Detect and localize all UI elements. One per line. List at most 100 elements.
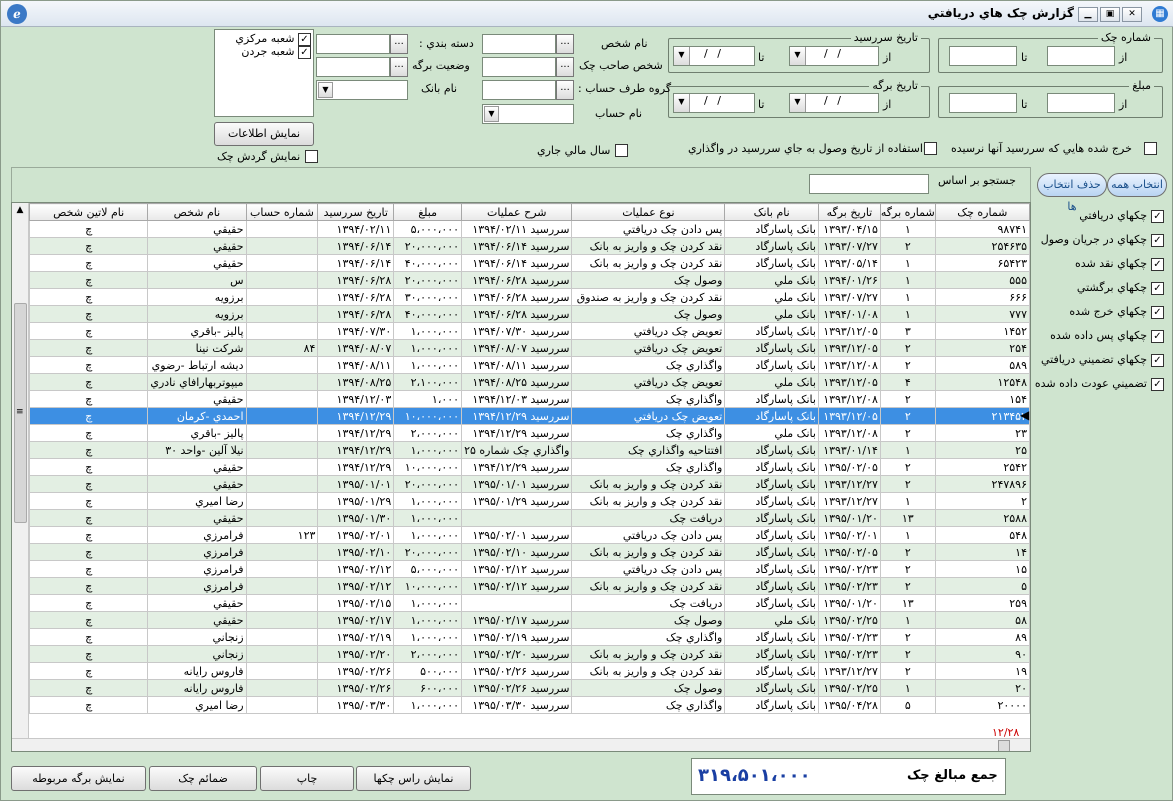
column-header[interactable]: شماره چک	[934, 203, 1030, 221]
table-cell[interactable]: ۱۰،۰۰۰،۰۰۰	[393, 458, 463, 476]
check-owner-browse-button[interactable]: ...	[556, 57, 574, 77]
table-row[interactable]: ۵۸۹ ۲ ۱۳۹۳/۱۲/۰۸ بانک پاسارگاد واگذاري چک سرر…	[28, 356, 1030, 374]
table-cell[interactable]: ۱۳۹۵/۰۲/۱۹	[317, 628, 395, 646]
table-cell[interactable]: ۱۳۹۵/۰۲/۲۶	[317, 662, 395, 680]
table-cell[interactable]: پاليز -باقري	[147, 322, 247, 340]
table-cell[interactable]: سررسيد ۱۳۹۴/۰۸/۱۱	[461, 356, 573, 374]
table-cell[interactable]: نقد کردن چک و واريز به بانک	[571, 237, 726, 255]
table-cell[interactable]: ۱۳۹۳/۱۲/۰۸	[817, 356, 881, 374]
print-button[interactable]: چاپ	[260, 766, 354, 791]
table-cell[interactable]: ۲	[879, 356, 936, 374]
table-cell[interactable]: ۷۷۷	[934, 305, 1030, 323]
deselect-all-button[interactable]: حذف انتخاب ها	[1037, 173, 1107, 213]
table-cell[interactable]: بانک پاسارگاد	[724, 509, 819, 527]
table-cell[interactable]: ۱۳۹۵/۰۲/۱۲	[317, 560, 395, 578]
sheet-status-browse-button[interactable]: ...	[390, 57, 408, 77]
table-cell[interactable]: ۱۳۹۳/۱۲/۰۵	[817, 407, 881, 425]
table-cell[interactable]: ۱۳۹۴/۰۶/۲۸	[317, 305, 395, 323]
table-cell[interactable]: ۲۱۳۴۵۲	[934, 407, 1030, 425]
dropdown-arrow-icon[interactable]: ▼	[484, 106, 499, 122]
table-cell[interactable]: سررسيد ۱۳۹۵/۰۱/۲۹	[461, 492, 573, 510]
table-cell[interactable]	[245, 577, 319, 595]
table-cell[interactable]	[245, 424, 319, 442]
table-cell[interactable]: زنجاني	[147, 645, 247, 663]
table-cell[interactable]: س	[147, 271, 247, 289]
table-cell[interactable]: ۵،۰۰۰،۰۰۰	[393, 220, 463, 238]
table-cell[interactable]: بانک ملي	[724, 373, 819, 391]
check-owner-input[interactable]	[482, 57, 556, 77]
table-cell[interactable]: زنجاني	[147, 628, 247, 646]
table-row[interactable]: ۲۱۳۴۵۲ ۲ ۱۳۹۳/۱۲/۰۵ بانک پاسارگاد تعويض چک د…	[28, 407, 1030, 425]
table-cell[interactable]	[245, 594, 319, 612]
table-cell[interactable]: ۱،۰۰۰،۰۰۰	[393, 526, 463, 544]
counterparty-group-browse-button[interactable]: ...	[556, 80, 574, 100]
table-cell[interactable]	[245, 645, 319, 663]
show-sheet-button[interactable]: نمايش برگه مربوطه	[11, 766, 146, 791]
table-cell[interactable]: ميپوتربهارافاي نادري	[147, 373, 247, 391]
maximize-button[interactable]: ▣	[1100, 7, 1120, 22]
table-cell[interactable]: ۱	[879, 305, 936, 323]
table-cell[interactable]: ۱۳۹۴/۰۶/۲۸	[317, 271, 395, 289]
table-cell[interactable]: ۱۳۹۵/۰۲/۲۵	[817, 679, 881, 697]
table-cell[interactable]: ۵۵۵	[934, 271, 1030, 289]
table-cell[interactable]: ۱۳۹۳/۱۲/۲۷	[817, 492, 881, 510]
table-cell[interactable]: حقيقي	[147, 237, 247, 255]
table-cell[interactable]: نقد کردن چک و واريز به بانک	[571, 475, 726, 493]
table-cell[interactable]: ۱،۰۰۰،۰۰۰	[393, 696, 463, 714]
table-cell[interactable]: ۲۰،۰۰۰،۰۰۰	[393, 237, 463, 255]
table-cell[interactable]: چ	[28, 407, 149, 425]
table-cell[interactable]: ۲	[879, 560, 936, 578]
table-cell[interactable]: سررسيد ۱۳۹۵/۰۲/۲۰	[461, 645, 573, 663]
dropdown-arrow-icon[interactable]: ▼	[790, 94, 806, 112]
table-cell[interactable]: بانک پاسارگاد	[724, 560, 819, 578]
table-cell[interactable]: بانک پاسارگاد	[724, 254, 819, 272]
table-cell[interactable]: ۱۲۵۴۸	[934, 373, 1030, 391]
counterparty-group-input[interactable]	[482, 80, 556, 100]
table-cell[interactable]: ۱۴	[934, 543, 1030, 561]
table-cell[interactable]: تعويض چک دريافتي	[571, 373, 726, 391]
checkbox-checked-icon[interactable]: ✓	[1151, 329, 1164, 343]
table-cell[interactable]: ۱،۰۰۰،۰۰۰	[393, 628, 463, 646]
table-cell[interactable]	[245, 543, 319, 561]
table-cell[interactable]: وصول چک	[571, 679, 726, 697]
check-no-from-input[interactable]	[1047, 46, 1115, 66]
table-cell[interactable]: فرامرزي	[147, 560, 247, 578]
show-check-due-button[interactable]: نمايش راس چکها	[356, 766, 471, 791]
table-cell[interactable]: واگذاري چک شماره ۲۵	[461, 441, 573, 459]
table-cell[interactable]: ۵،۰۰۰،۰۰۰	[393, 560, 463, 578]
table-row[interactable]: ۲۵ ۱ ۱۳۹۳/۰۱/۱۴ بانک پاسارگاد افتتاحيه واگذا…	[28, 441, 1030, 459]
table-cell[interactable]: بانک پاسارگاد	[724, 696, 819, 714]
table-cell[interactable]: ۹۰	[934, 645, 1030, 663]
table-cell[interactable]: ۱۳۹۴/۱۲/۰۳	[317, 390, 395, 408]
table-cell[interactable]: برزويه	[147, 305, 247, 323]
table-cell[interactable]: ۲	[879, 662, 936, 680]
table-cell[interactable]	[245, 220, 319, 238]
amount-to-input[interactable]	[949, 93, 1017, 113]
table-row[interactable]: ۱۲۵۴۸ ۴ ۱۳۹۳/۱۲/۰۵ بانک ملي تعويض چک دريافتي…	[28, 373, 1030, 391]
table-cell[interactable]: چ	[28, 696, 149, 714]
table-cell[interactable]: نقد کردن چک و واريز به بانک	[571, 577, 726, 595]
table-cell[interactable]: ۱	[879, 679, 936, 697]
table-cell[interactable]: ۲	[879, 645, 936, 663]
table-cell[interactable]: سررسيد ۱۳۹۴/۰۸/۲۵	[461, 373, 573, 391]
checkbox-checked-icon[interactable]: ✓	[1151, 377, 1164, 391]
table-cell[interactable]: ۱۳۹۴/۰۷/۳۰	[317, 322, 395, 340]
table-cell[interactable]: ۱۳۹۴/۰۸/۲۵	[317, 373, 395, 391]
table-cell[interactable]: حقيقي	[147, 220, 247, 238]
table-cell[interactable]	[245, 509, 319, 527]
table-cell[interactable]: فاروس رايانه	[147, 662, 247, 680]
table-cell[interactable]: بانک پاسارگاد	[724, 237, 819, 255]
table-cell[interactable]: ۱۳۹۵/۰۲/۲۳	[817, 577, 881, 595]
table-cell[interactable]: سررسيد ۱۳۹۴/۰۶/۲۸	[461, 305, 573, 323]
table-cell[interactable]: ۵۸	[934, 611, 1030, 629]
table-cell[interactable]: سررسيد ۱۳۹۵/۰۲/۰۱	[461, 526, 573, 544]
table-cell[interactable]: ۱	[879, 271, 936, 289]
table-cell[interactable]: ۱۳۹۵/۰۲/۰۱	[317, 526, 395, 544]
table-cell[interactable]: چ	[28, 526, 149, 544]
table-row[interactable]: ۱۴۵۲ ۳ ۱۳۹۳/۱۲/۰۵ بانک پاسارگاد تعويض چک دري…	[28, 322, 1030, 340]
dropdown-arrow-icon[interactable]: ▼	[674, 47, 690, 65]
category-browse-button[interactable]: ...	[390, 34, 408, 54]
table-cell[interactable]: ۱۳۹۵/۰۴/۲۸	[817, 696, 881, 714]
table-cell[interactable]: ۱۳۹۴/۰۱/۰۸	[817, 305, 881, 323]
table-row[interactable]: ۹۰ ۲ ۱۳۹۵/۰۲/۲۳ بانک پاسارگاد نقد کردن چک و …	[28, 645, 1030, 663]
